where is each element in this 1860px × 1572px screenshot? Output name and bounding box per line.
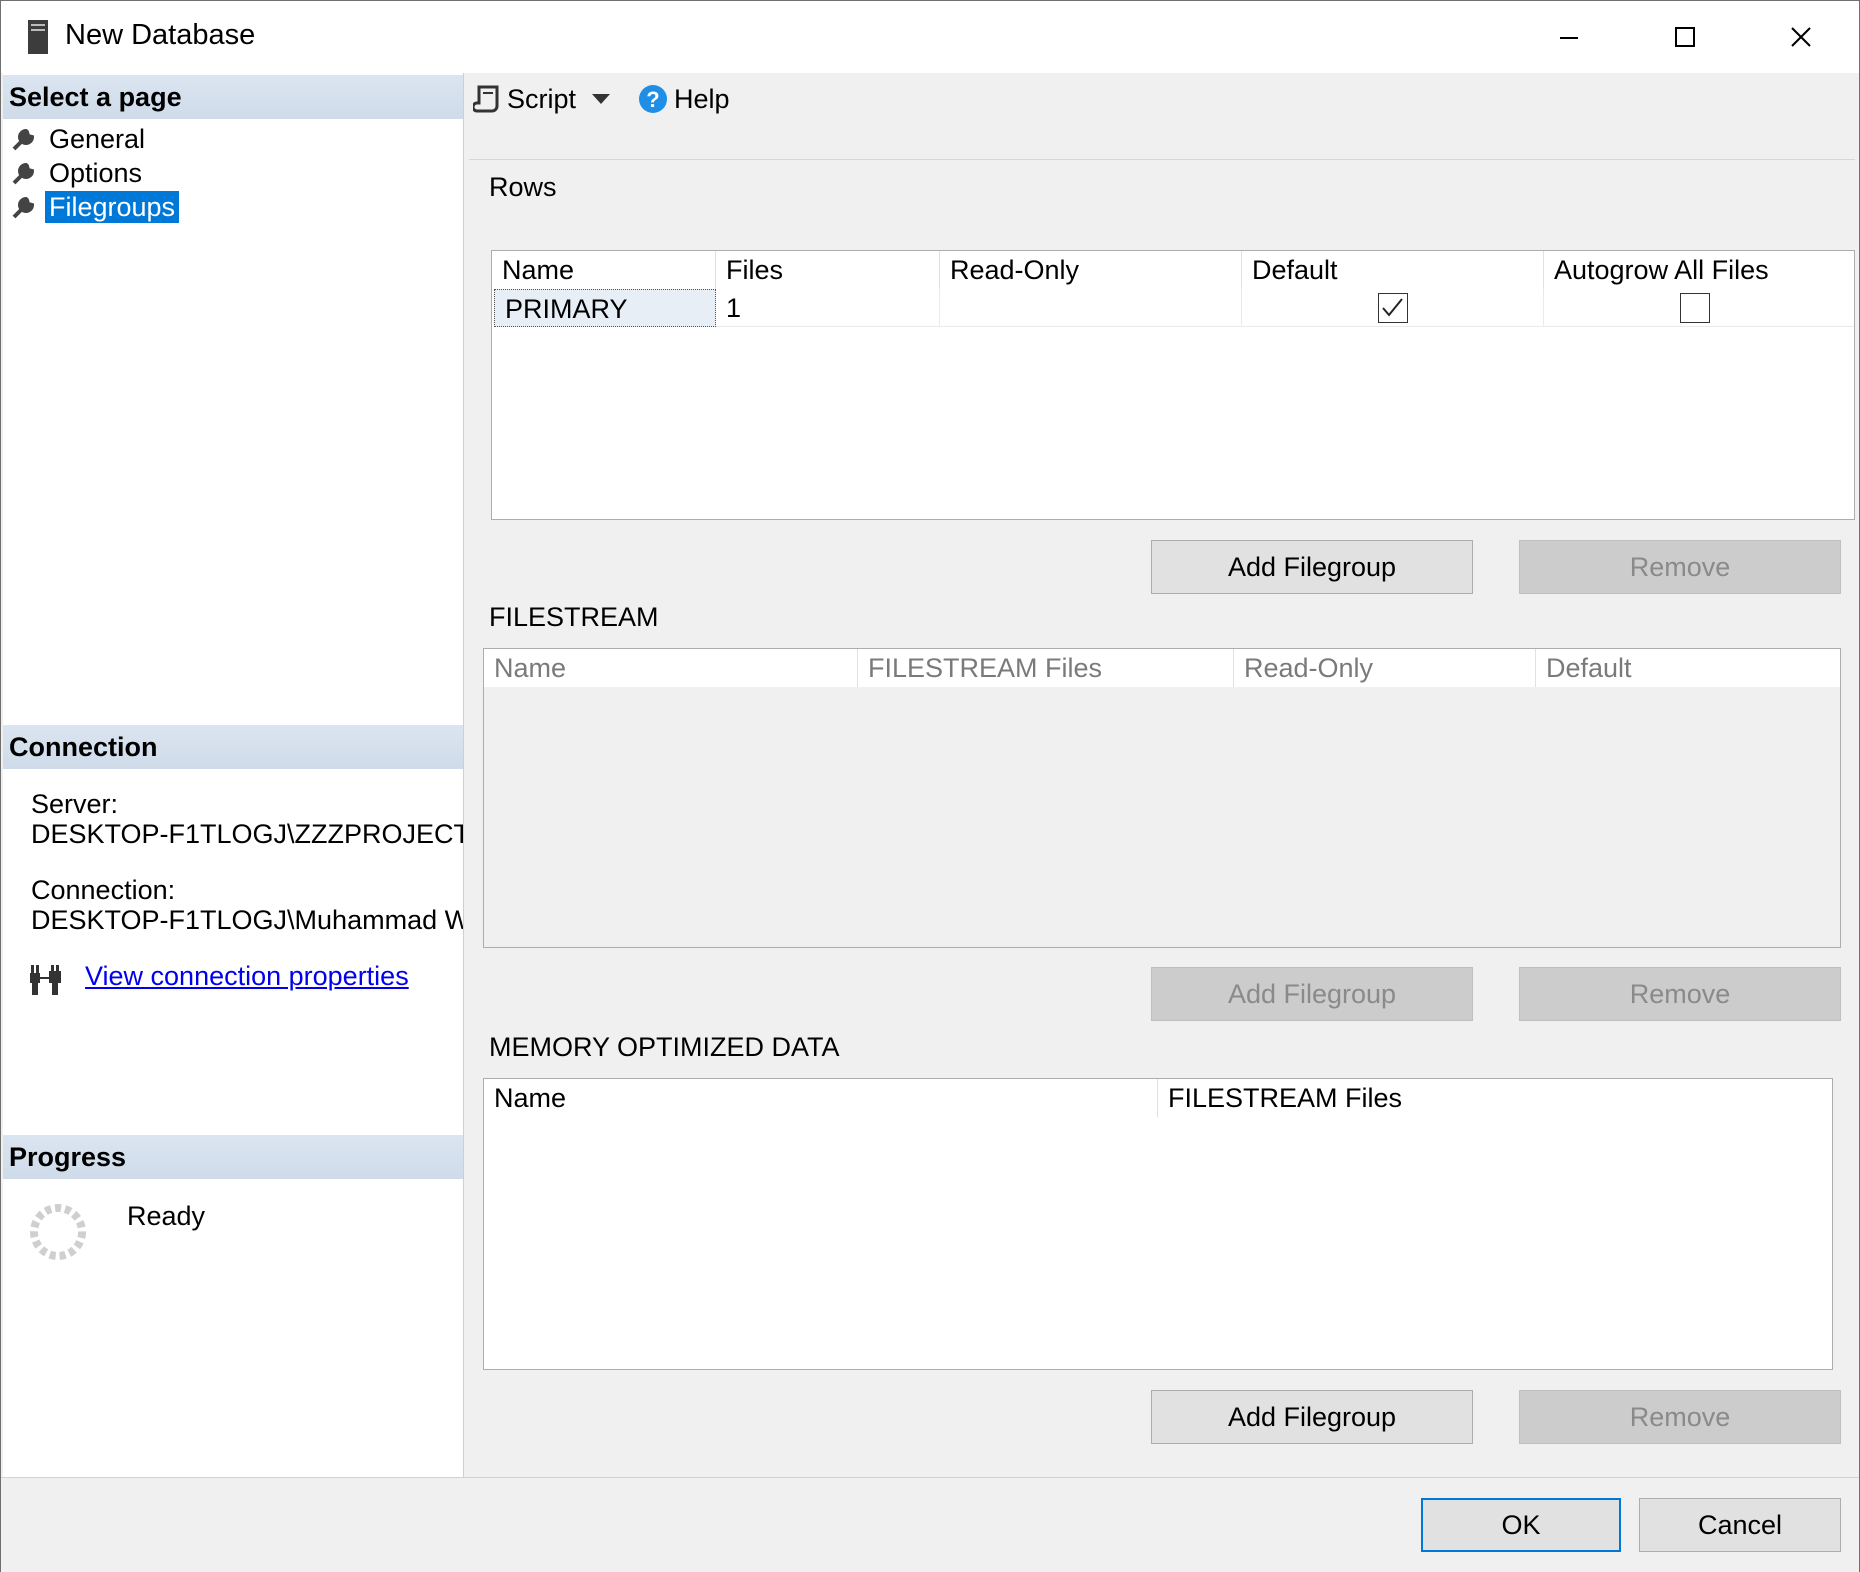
progress-status: Ready <box>127 1201 206 1231</box>
filestream-col-files[interactable]: FILESTREAM Files <box>858 649 1234 687</box>
close-button[interactable] <box>1743 1 1859 73</box>
close-icon <box>1791 27 1811 47</box>
rows-add-filegroup-button[interactable]: Add Filegroup <box>1151 540 1473 594</box>
filestream-col-default[interactable]: Default <box>1536 649 1840 687</box>
rows-grid: Name Files Read-Only Default Autogrow Al… <box>491 250 1855 520</box>
autogrow-checkbox[interactable] <box>1680 293 1710 323</box>
table-row-files-cell[interactable]: 1 <box>716 289 940 327</box>
ok-button[interactable]: OK <box>1421 1498 1621 1552</box>
script-button[interactable]: Script <box>473 84 576 115</box>
rows-col-files[interactable]: Files <box>716 251 940 289</box>
toolbar: Script ? Help <box>473 77 744 121</box>
wrench-icon <box>12 128 35 151</box>
progress-header: Progress <box>3 1135 463 1179</box>
connection-value: DESKTOP-F1TLOGJ\Muhammad Waqas <box>31 905 463 935</box>
new-database-dialog: New Database Select a page General Optio… <box>0 0 1860 1572</box>
minimize-icon <box>1560 37 1578 39</box>
filestream-col-name[interactable]: Name <box>484 649 858 687</box>
memory-col-files[interactable]: FILESTREAM Files <box>1158 1079 1832 1117</box>
page-options-label: Options <box>49 158 143 188</box>
table-row-read-only-cell[interactable] <box>940 289 1242 327</box>
page-general-label: General <box>49 124 146 154</box>
memory-optimized-grid: Name FILESTREAM Files <box>483 1078 1833 1370</box>
checkmark-icon <box>1382 298 1403 317</box>
rows-section-title: Rows <box>489 172 557 202</box>
database-icon <box>28 20 48 54</box>
rows-remove-button[interactable]: Remove <box>1519 540 1841 594</box>
rows-col-read-only[interactable]: Read-Only <box>940 251 1242 289</box>
rows-col-name[interactable]: Name <box>492 251 716 289</box>
default-checkbox[interactable] <box>1378 293 1408 323</box>
view-connection-properties-link[interactable]: View connection properties <box>85 961 409 992</box>
connection-properties-icon <box>30 965 61 995</box>
minimize-button[interactable] <box>1511 1 1627 73</box>
page-options[interactable]: Options <box>11 157 146 189</box>
help-icon: ? <box>639 85 668 113</box>
connection-header: Connection <box>3 725 463 769</box>
window-title: New Database <box>65 19 256 51</box>
memory-col-name[interactable]: Name <box>484 1079 1158 1117</box>
help-button[interactable]: ? Help <box>638 84 730 115</box>
select-page-header: Select a page <box>3 75 463 119</box>
progress-spinner-icon <box>30 1204 86 1260</box>
memory-remove-button[interactable]: Remove <box>1519 1390 1841 1444</box>
memory-section-title: MEMORY OPTIMIZED DATA <box>489 1032 840 1062</box>
filegroups-page: Rows Name Files Read-Only Default Autogr… <box>469 159 1855 1474</box>
filestream-section-title: FILESTREAM <box>489 602 659 632</box>
table-row-name-cell[interactable]: PRIMARY <box>494 289 716 327</box>
cancel-button[interactable]: Cancel <box>1639 1498 1841 1552</box>
page-filegroups[interactable]: Filegroups <box>11 191 180 223</box>
filestream-remove-button[interactable]: Remove <box>1519 967 1841 1021</box>
server-value: DESKTOP-F1TLOGJ\ZZZPROJECT <box>31 819 463 849</box>
server-label: Server: <box>31 789 119 819</box>
dialog-footer: OK Cancel <box>1 1477 1859 1572</box>
memory-add-filegroup-button[interactable]: Add Filegroup <box>1151 1390 1473 1444</box>
svg-text:?: ? <box>646 87 659 112</box>
script-label: Script <box>507 83 577 114</box>
rows-col-default[interactable]: Default <box>1242 251 1544 289</box>
filestream-grid: Name FILESTREAM Files Read-Only Default <box>483 648 1841 948</box>
title-bar: New Database <box>1 1 1859 73</box>
left-pane: Select a page General Options Filegroups… <box>3 73 464 1477</box>
page-filegroups-label: Filegroups <box>45 191 180 223</box>
rows-col-autogrow[interactable]: Autogrow All Files <box>1544 251 1854 289</box>
wrench-icon <box>12 162 35 185</box>
filestream-add-filegroup-button[interactable]: Add Filegroup <box>1151 967 1473 1021</box>
page-general[interactable]: General <box>11 123 149 155</box>
script-icon <box>473 85 499 113</box>
maximize-button[interactable] <box>1627 1 1743 73</box>
help-label: Help <box>674 83 730 114</box>
wrench-icon <box>12 196 35 219</box>
filestream-col-read-only[interactable]: Read-Only <box>1234 649 1536 687</box>
connection-label: Connection: <box>31 875 176 905</box>
maximize-icon <box>1675 27 1695 47</box>
script-dropdown-icon[interactable] <box>590 92 612 106</box>
